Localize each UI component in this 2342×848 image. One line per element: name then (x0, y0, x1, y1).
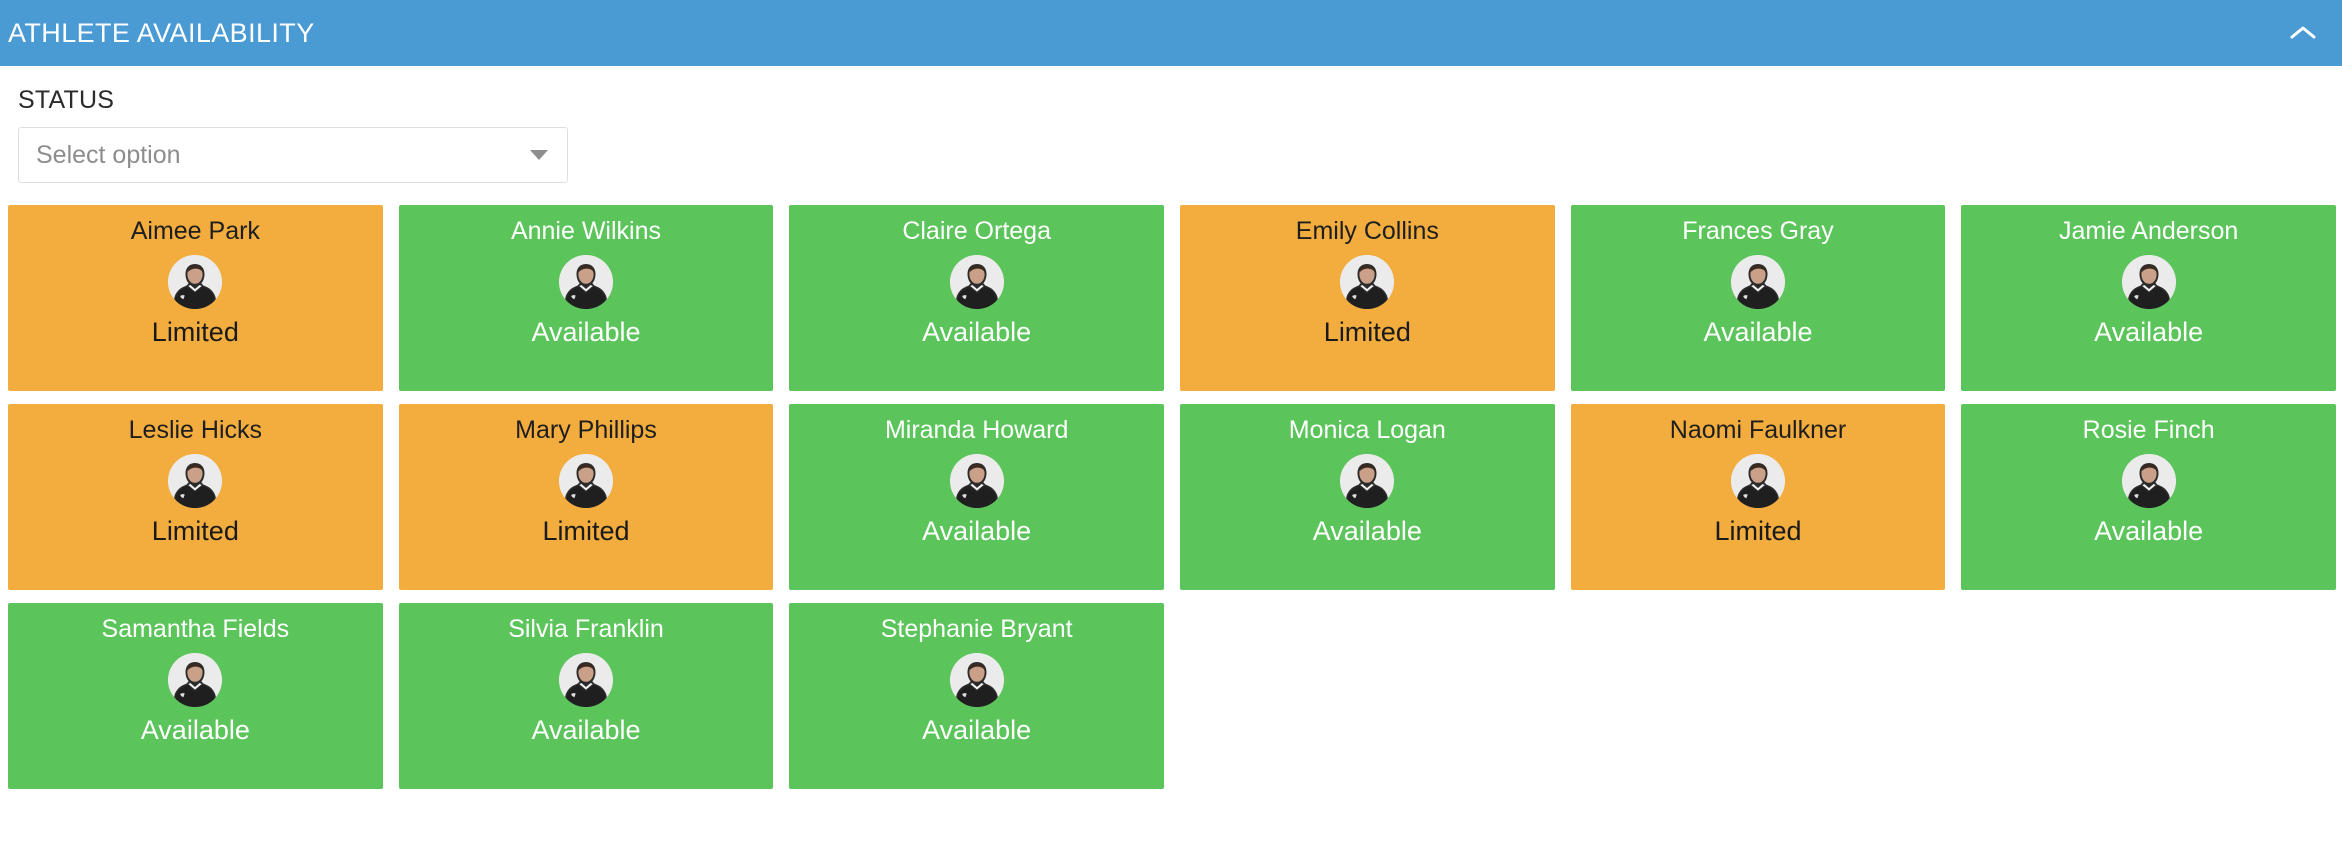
avatar (1340, 255, 1395, 309)
status-badge: Available (531, 715, 641, 745)
athlete-card[interactable]: Frances Gray Available (1570, 205, 1946, 391)
avatar (558, 255, 613, 309)
athlete-card[interactable]: Leslie Hicks Limited (8, 404, 383, 590)
avatar (1340, 454, 1395, 508)
athlete-card[interactable]: Claire Ortega Available (789, 205, 1164, 391)
status-badge: Available (922, 516, 1032, 546)
avatar (168, 454, 223, 508)
avatar (1730, 255, 1785, 309)
athlete-card[interactable]: Stephanie Bryant Available (789, 603, 1164, 789)
status-badge: Available (140, 715, 250, 745)
chevron-down-icon (530, 150, 548, 160)
status-filter-label: STATUS (18, 86, 115, 114)
athlete-name: Frances Gray (1682, 217, 1834, 245)
athlete-name: Mary Phillips (515, 416, 657, 444)
status-badge: Available (1312, 516, 1422, 546)
athlete-name: Annie Wilkins (510, 217, 662, 245)
athlete-cards-grid: Aimee Park Limited Annie Wilkins Available C… (0, 205, 2342, 789)
status-badge: Limited (542, 516, 630, 546)
athlete-name: Rosie Finch (2082, 416, 2215, 444)
status-badge: Limited (151, 317, 239, 347)
status-badge: Limited (1323, 317, 1411, 347)
status-badge: Available (531, 317, 641, 347)
status-select[interactable]: Select option (18, 127, 568, 183)
athlete-card[interactable]: Silvia Franklin Available (398, 603, 774, 789)
athlete-card[interactable]: Naomi Faulkner Limited (1570, 404, 1946, 590)
avatar (558, 454, 613, 508)
athlete-name: Leslie Hicks (128, 416, 263, 444)
panel-header: ATHLETE AVAILABILITY (0, 0, 2342, 66)
status-badge: Limited (151, 516, 239, 546)
athlete-card[interactable]: Mary Phillips Limited (398, 404, 774, 590)
status-badge: Available (2094, 317, 2204, 347)
status-badge: Available (922, 317, 1032, 347)
athlete-card[interactable]: Aimee Park Limited (8, 205, 383, 391)
athlete-card[interactable]: Monica Logan Available (1179, 404, 1555, 590)
athlete-name: Naomi Faulkner (1669, 416, 1847, 444)
athlete-card[interactable]: Annie Wilkins Available (398, 205, 774, 391)
avatar (949, 255, 1004, 309)
filter-area: STATUS Select option (0, 66, 2342, 183)
avatar (1730, 454, 1785, 508)
athlete-name: Silvia Franklin (508, 615, 664, 643)
athlete-name: Monica Logan (1288, 416, 1446, 444)
avatar (168, 653, 223, 707)
avatar (2121, 454, 2176, 508)
avatar (168, 255, 223, 309)
athlete-name: Claire Ortega (902, 217, 1051, 245)
avatar (2121, 255, 2176, 309)
status-badge: Available (2094, 516, 2204, 546)
athlete-name: Samantha Fields (101, 615, 290, 643)
status-badge: Available (1703, 317, 1813, 347)
athlete-name: Emily Collins (1295, 217, 1439, 245)
avatar (949, 653, 1004, 707)
athlete-card[interactable]: Rosie Finch Available (1961, 404, 2336, 590)
status-badge: Limited (1714, 516, 1802, 546)
chevron-up-icon[interactable] (2286, 16, 2320, 50)
page-title: ATHLETE AVAILABILITY (8, 17, 315, 48)
athlete-name: Aimee Park (130, 217, 260, 245)
athlete-card[interactable]: Samantha Fields Available (8, 603, 383, 789)
athlete-name: Stephanie Bryant (880, 615, 1073, 643)
status-select-value: Select option (36, 140, 181, 169)
athlete-card[interactable]: Miranda Howard Available (789, 404, 1164, 590)
athlete-card[interactable]: Emily Collins Limited (1179, 205, 1555, 391)
status-badge: Available (922, 715, 1032, 745)
avatar (558, 653, 613, 707)
athlete-card[interactable]: Jamie Anderson Available (1961, 205, 2336, 391)
athlete-name: Jamie Anderson (2059, 217, 2239, 245)
avatar (949, 454, 1004, 508)
athlete-name: Miranda Howard (884, 416, 1069, 444)
